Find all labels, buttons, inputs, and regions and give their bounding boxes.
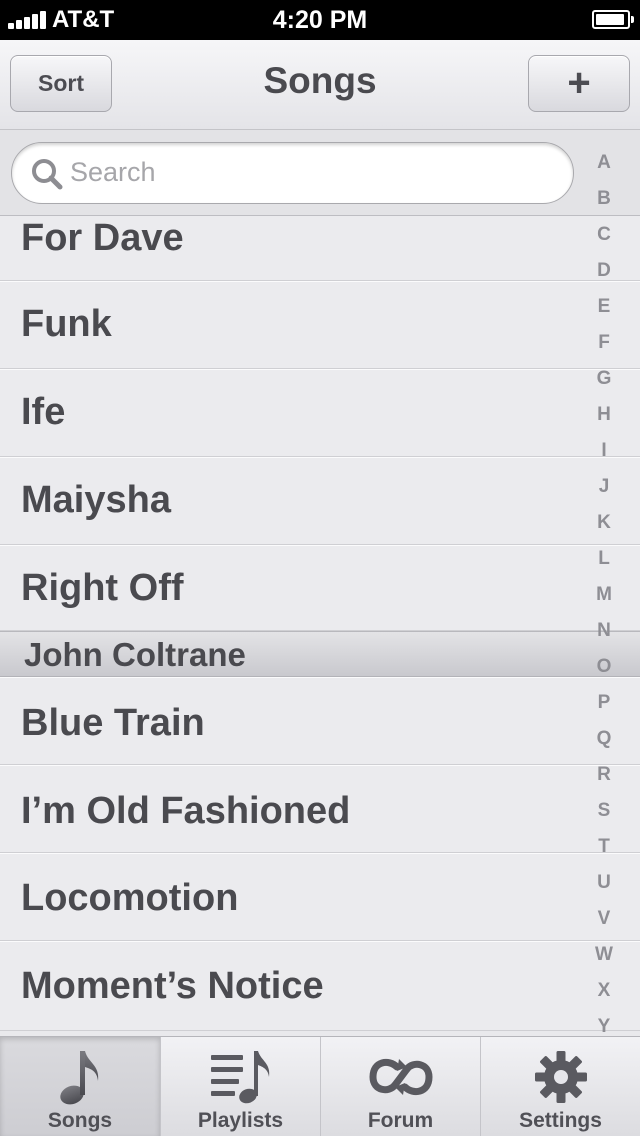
tab-label: Settings — [519, 1109, 602, 1132]
song-title: Ife — [21, 391, 66, 433]
song-title: Locomotion — [21, 877, 239, 919]
search-placeholder: Search — [70, 157, 156, 187]
index-letter-s[interactable]: S — [586, 800, 622, 822]
song-row-right-off[interactable]: Right Off — [0, 545, 640, 631]
song-row-ife[interactable]: Ife — [0, 369, 640, 457]
music-note-icon — [60, 1051, 99, 1105]
section-header-label: John Coltrane — [24, 636, 246, 673]
song-row-for-dave[interactable]: For Dave — [0, 216, 640, 281]
song-row-im-old-fashioned[interactable]: I’m Old Fashioned — [0, 765, 640, 853]
song-row-blue-train[interactable]: Blue Train — [0, 677, 640, 765]
search-input[interactable]: Search — [11, 142, 574, 204]
song-title: Funk — [21, 303, 112, 345]
index-letter-i[interactable]: I — [586, 440, 622, 462]
forum-icon — [368, 1058, 433, 1096]
tab-label: Songs — [47, 1109, 113, 1132]
tab-songs[interactable]: Songs — [0, 1037, 160, 1136]
song-title: For Dave — [21, 217, 184, 259]
index-letter-b[interactable]: B — [586, 188, 622, 210]
index-letter-r[interactable]: R — [586, 764, 622, 786]
index-letter-a[interactable]: A — [586, 152, 622, 174]
song-list[interactable]: For Dave Funk Ife Maiysha Right Off John… — [0, 216, 640, 1036]
index-letter-q[interactable]: Q — [586, 728, 622, 750]
song-title: I’m Old Fashioned — [21, 790, 351, 832]
index-letter-v[interactable]: V — [586, 908, 622, 930]
song-title: Moment’s Notice — [21, 965, 324, 1007]
index-letter-f[interactable]: F — [586, 332, 622, 354]
tab-playlists[interactable]: Playlists — [160, 1037, 320, 1136]
navigation-bar: Sort Songs + — [0, 40, 640, 130]
index-letter-j[interactable]: J — [586, 476, 622, 498]
song-title: Blue Train — [21, 702, 205, 744]
index-letter-l[interactable]: L — [586, 548, 622, 570]
index-letter-m[interactable]: M — [586, 584, 622, 606]
gear-icon — [534, 1051, 587, 1103]
index-letter-h[interactable]: H — [586, 404, 622, 426]
status-bar: AT&T 4:20 PM — [0, 0, 640, 40]
alphabet-index[interactable]: ABCDEFGHIJKLMNOPQRSTUVWXY — [586, 152, 622, 1038]
index-letter-x[interactable]: X — [586, 980, 622, 1002]
tab-settings[interactable]: Settings — [480, 1037, 640, 1136]
index-letter-e[interactable]: E — [586, 296, 622, 318]
playlist-icon — [210, 1051, 269, 1104]
index-letter-p[interactable]: P — [586, 692, 622, 714]
index-letter-g[interactable]: G — [586, 368, 622, 390]
song-row-maiysha[interactable]: Maiysha — [0, 457, 640, 545]
index-letter-y[interactable]: Y — [586, 1016, 622, 1038]
tab-label: Playlists — [197, 1109, 284, 1132]
tab-forum[interactable]: Forum — [320, 1037, 480, 1136]
add-button[interactable]: + — [528, 55, 630, 112]
index-letter-k[interactable]: K — [586, 512, 622, 534]
song-row-moments-notice[interactable]: Moment’s Notice — [0, 941, 640, 1031]
index-letter-u[interactable]: U — [586, 872, 622, 894]
tab-bar: Songs Playlists Forum Settings — [0, 1036, 640, 1136]
song-title: Maiysha — [21, 479, 171, 521]
search-icon — [32, 159, 63, 190]
song-row-funk[interactable]: Funk — [0, 281, 640, 369]
index-letter-d[interactable]: D — [586, 260, 622, 282]
search-bar: Search — [0, 130, 640, 216]
index-letter-o[interactable]: O — [586, 656, 622, 678]
index-letter-c[interactable]: C — [586, 224, 622, 246]
song-row-locomotion[interactable]: Locomotion — [0, 853, 640, 941]
tab-label: Forum — [367, 1109, 434, 1132]
status-time: 4:20 PM — [272, 6, 368, 34]
index-letter-t[interactable]: T — [586, 836, 622, 858]
index-letter-w[interactable]: W — [586, 944, 622, 966]
battery-icon — [592, 10, 634, 29]
section-header-john-coltrane: John Coltrane — [0, 631, 640, 677]
song-title: Right Off — [21, 567, 184, 609]
index-letter-n[interactable]: N — [586, 620, 622, 642]
